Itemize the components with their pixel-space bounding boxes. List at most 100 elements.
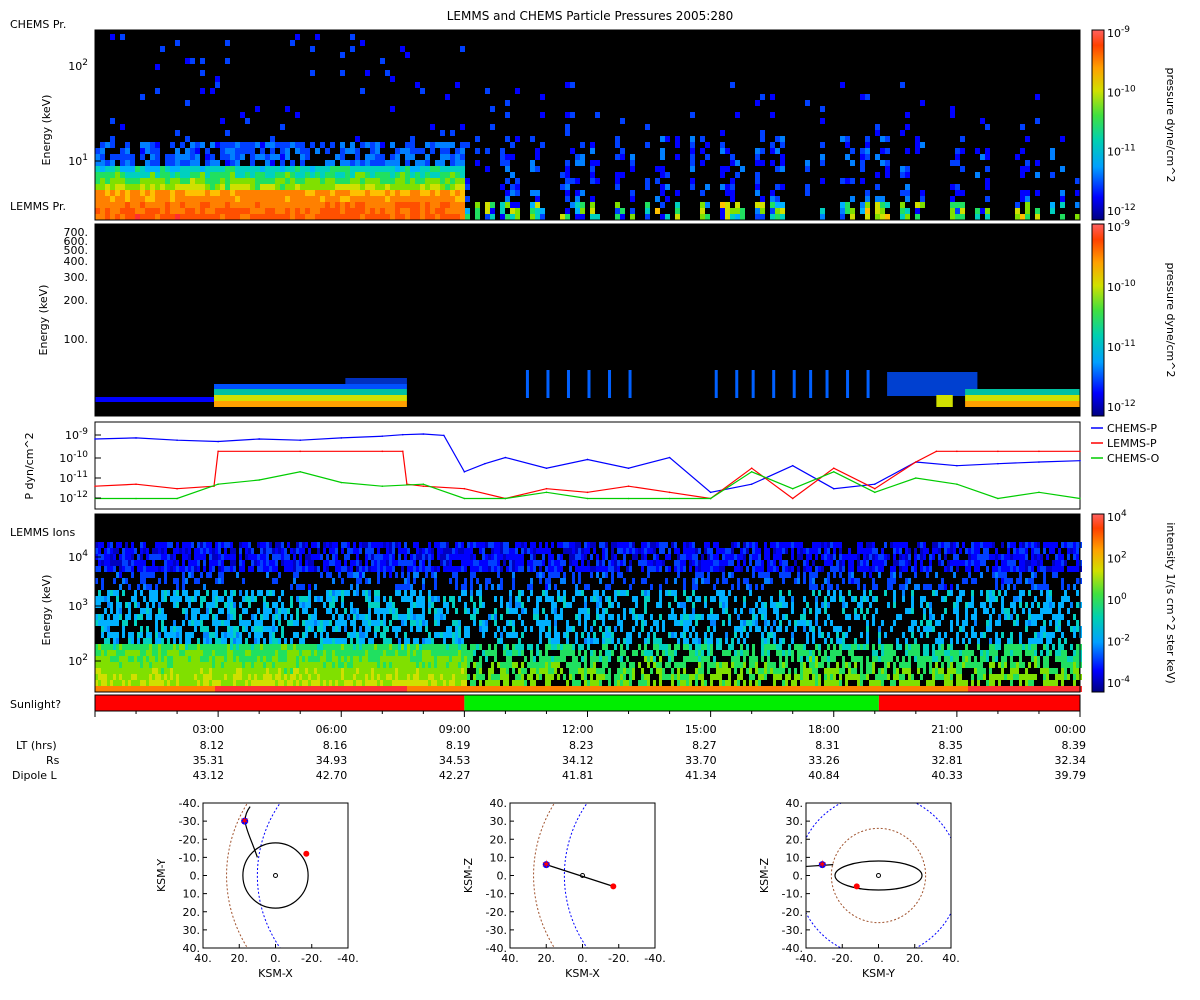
panel1-cell: [410, 190, 415, 196]
panel4-cell: [563, 674, 566, 680]
panel4-cell: [383, 626, 386, 632]
panel4-cell: [602, 548, 605, 554]
panel4-cell: [254, 656, 257, 662]
panel4-cell: [677, 638, 680, 644]
panel4-cell: [347, 572, 350, 578]
panel4-cell: [158, 662, 161, 668]
panel1-cell: [425, 154, 430, 160]
panel4-cell: [473, 614, 476, 620]
panel4-cell: [704, 602, 707, 608]
panel4-cell: [344, 650, 347, 656]
panel4-cell: [584, 602, 587, 608]
panel4-cell: [251, 668, 254, 674]
panel4-cell: [599, 614, 602, 620]
panel4-cell: [323, 680, 326, 686]
panel4-cell: [257, 554, 260, 560]
panel4-cell: [455, 674, 458, 680]
panel4-cell: [353, 560, 356, 566]
panel4-cell: [479, 584, 482, 590]
panel4-cell: [176, 632, 179, 638]
panel4-cell: [263, 542, 266, 548]
panel4-cell: [461, 680, 464, 686]
panel4-cell: [581, 608, 584, 614]
panel1-cell: [310, 166, 315, 172]
panel4-cell: [152, 560, 155, 566]
panel1-cell: [245, 184, 250, 190]
panel4-cell: [395, 632, 398, 638]
panel4-cell: [314, 686, 317, 692]
panel4-cell: [257, 632, 260, 638]
panel4-cell: [404, 578, 407, 584]
panel1-cell: [385, 160, 390, 166]
panel1-cell: [690, 142, 695, 148]
panel1-cell: [255, 166, 260, 172]
panel4-cell: [626, 644, 629, 650]
series-point: [402, 450, 404, 453]
panel4-cell: [563, 644, 566, 650]
panel4-cell: [371, 674, 374, 680]
panel1-cell: [420, 88, 425, 94]
panel1-cell: [430, 208, 435, 214]
panel4-cell: [227, 674, 230, 680]
panel4-cell: [443, 686, 446, 692]
panel4-cell: [155, 638, 158, 644]
panel4-cell: [428, 542, 431, 548]
panel4-cell: [326, 542, 329, 548]
panel1-cell: [440, 160, 445, 166]
panel1-cell: [415, 166, 420, 172]
panel4-cell: [476, 644, 479, 650]
panel4-cell: [497, 674, 500, 680]
panel1-cell: [510, 190, 515, 196]
panel4-cell: [158, 578, 161, 584]
panel4-cell: [482, 626, 485, 632]
panel4-cell: [716, 542, 719, 548]
panel4-cell: [695, 614, 698, 620]
panel4-cell: [545, 644, 548, 650]
panel4-cell: [329, 668, 332, 674]
panel4-cell: [323, 686, 326, 692]
panel1-cell: [430, 142, 435, 148]
panel4-cell: [161, 542, 164, 548]
panel1-cell: [465, 196, 470, 202]
panel1-cell: [820, 178, 825, 184]
panel4-cell: [416, 548, 419, 554]
series-point: [915, 461, 917, 463]
panel4-cell: [302, 674, 305, 680]
panel4-cell: [428, 560, 431, 566]
panel4-cell: [551, 656, 554, 662]
panel4-cell: [200, 674, 203, 680]
panel4-cell: [374, 554, 377, 560]
panel4-cell: [362, 668, 365, 674]
panel4-cell: [308, 686, 311, 692]
panel4-cell: [434, 578, 437, 584]
panel4-cell: [191, 614, 194, 620]
panel4-cell: [260, 614, 263, 620]
panel4-cell: [257, 560, 260, 566]
panel1-cell: [590, 208, 595, 214]
panel4-cell: [698, 572, 701, 578]
panel1-cell: [305, 196, 310, 202]
panel4-cell: [347, 614, 350, 620]
panel4-cell: [719, 548, 722, 554]
panel4-cell: [317, 644, 320, 650]
panel1-cell: [775, 136, 780, 142]
panel1-cell: [620, 118, 625, 124]
panel4-cell: [575, 566, 578, 572]
panel4-cell: [368, 668, 371, 674]
panel2-spike: [714, 370, 718, 398]
panel4-cell: [113, 680, 116, 686]
panel4-cell: [209, 674, 212, 680]
panel4-cell: [164, 662, 167, 668]
panel1-cell: [100, 214, 105, 220]
panel1-cell: [320, 142, 325, 148]
panel1-cell: [915, 142, 920, 148]
panel4-cell: [329, 602, 332, 608]
panel4-cell: [179, 668, 182, 674]
panel1-cell: [455, 208, 460, 214]
series-point: [402, 433, 404, 436]
panel4-cell: [161, 596, 164, 602]
panel4-cell: [599, 656, 602, 662]
panel4-cell: [518, 638, 521, 644]
panel4-cell: [275, 650, 278, 656]
panel4-cell: [464, 578, 467, 584]
